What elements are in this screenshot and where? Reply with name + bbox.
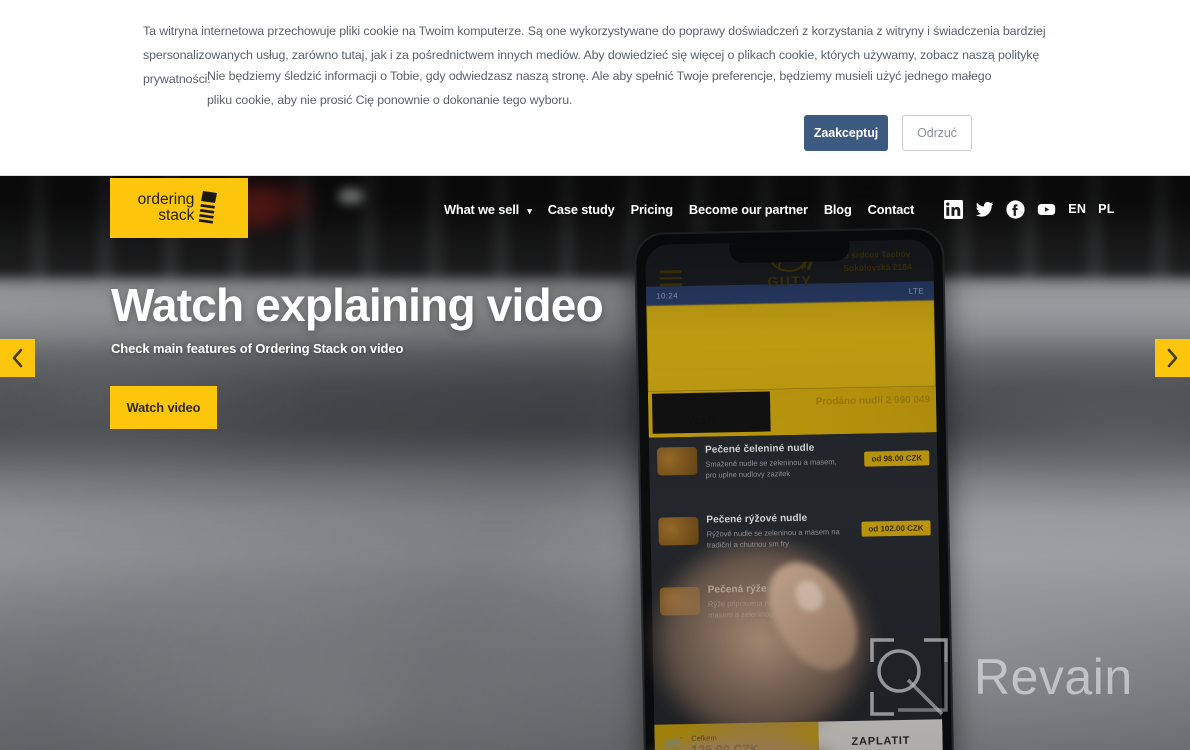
nav-item-blog[interactable]: Blog [824, 202, 852, 217]
cookie-paragraph-2: Nie będziemy śledzić informacji o Tobie,… [207, 69, 992, 107]
revain-watermark-text: Revain [974, 649, 1133, 705]
lang-en[interactable]: EN [1068, 202, 1086, 216]
site-logo-text: ordering stack [138, 192, 195, 224]
nav-item-pricing[interactable]: Pricing [631, 202, 673, 217]
social-links: EN PL [944, 199, 1115, 219]
cookie-actions: Zaakceptuj Odrzuć [804, 115, 972, 151]
cookie-decline-button[interactable]: Odrzuć [902, 115, 972, 151]
facebook-icon[interactable] [1006, 199, 1025, 219]
cookie-consent-banner: Ta witryna internetowa przechowuje pliki… [0, 0, 1190, 176]
hero-title: Watch explaining video [111, 279, 604, 331]
nav-item-contact[interactable]: Contact [868, 202, 915, 217]
site-logo-line-2: stack [158, 207, 195, 224]
page-root: 10:24 LTE GUTY 5 srdcov Tachov [0, 0, 1190, 750]
hero-subtitle: Check main features of Ordering Stack on… [111, 341, 404, 356]
twitter-icon[interactable] [975, 200, 994, 219]
nav-item-what-we-sell-label: What we sell [444, 201, 520, 217]
site-logo-line-1: ordering [137, 191, 195, 208]
lang-pl[interactable]: PL [1098, 202, 1115, 216]
cookie-accept-button[interactable]: Zaakceptuj [804, 115, 888, 151]
revain-logo-icon [870, 638, 948, 716]
linkedin-icon[interactable] [944, 199, 964, 219]
chevron-right-icon [1167, 348, 1178, 368]
main-navigation: ordering stack What we sell ▾ Case study… [0, 176, 1190, 242]
stacked-device-icon [198, 190, 220, 226]
carousel-prev-button[interactable] [0, 339, 35, 377]
revain-watermark: Revain [868, 636, 1133, 718]
chevron-down-icon: ▾ [527, 205, 532, 216]
chevron-left-icon [12, 348, 23, 368]
youtube-icon[interactable] [1037, 200, 1056, 219]
watch-video-button[interactable]: Watch video [110, 386, 217, 429]
carousel-next-button[interactable] [1155, 339, 1190, 377]
nav-item-case-study[interactable]: Case study [548, 202, 615, 217]
site-logo[interactable]: ordering stack [110, 178, 248, 238]
nav-item-become-our-partner[interactable]: Become our partner [689, 202, 808, 217]
nav-links: What we sell ▾ Case study Pricing Become… [444, 176, 1115, 242]
nav-item-what-we-sell[interactable]: What we sell ▾ [444, 202, 532, 217]
